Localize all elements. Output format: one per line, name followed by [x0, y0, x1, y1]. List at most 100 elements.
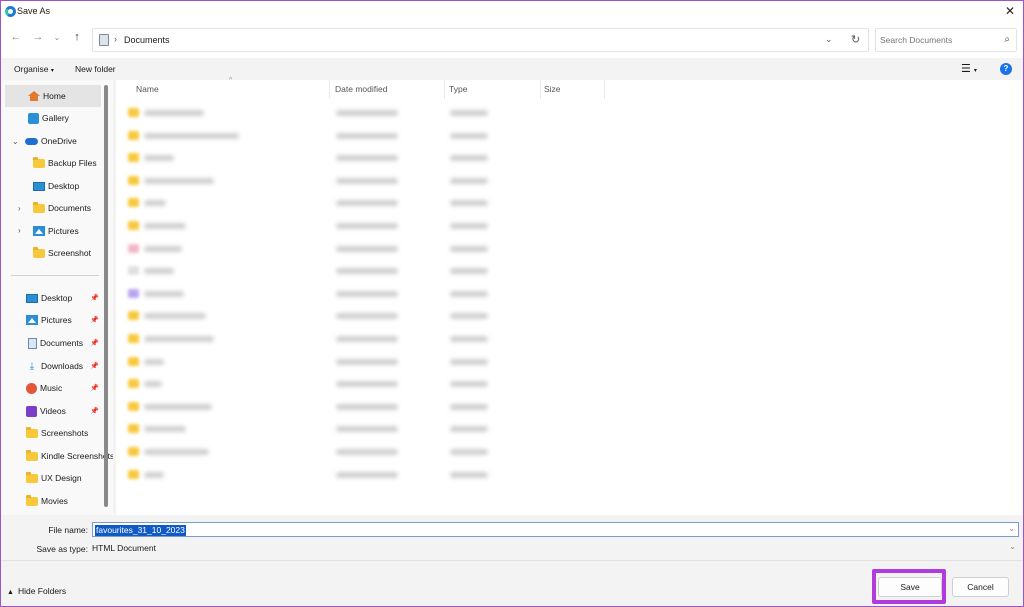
- sidebar-item-quick-documents[interactable]: Documents: [28, 332, 83, 354]
- blurred-file-row[interactable]: [128, 151, 508, 165]
- blurred-type: [450, 313, 488, 320]
- search-box[interactable]: ⌕: [875, 28, 1017, 52]
- blurred-file-row[interactable]: [128, 287, 508, 301]
- sidebar-item-quick-kindle-screenshots[interactable]: Kindle Screenshots: [26, 445, 113, 467]
- blurred-file-row[interactable]: [128, 264, 508, 278]
- view-options-icon[interactable]: ☰ ▾: [961, 62, 977, 75]
- sidebar-item-label: Desktop: [48, 181, 80, 191]
- sidebar-item-quick-downloads[interactable]: ⤓ Downloads: [26, 355, 83, 377]
- blurred-date: [336, 200, 398, 207]
- blurred-file-row[interactable]: [128, 106, 508, 120]
- column-separator[interactable]: [329, 80, 330, 99]
- blurred-file-row[interactable]: [128, 468, 508, 482]
- sidebar-item-quick-desktop[interactable]: Desktop: [26, 287, 72, 309]
- address-bar[interactable]: › Documents ⌄ ↻: [92, 28, 869, 52]
- video-icon: [26, 405, 37, 417]
- column-header-type[interactable]: Type: [449, 84, 467, 94]
- close-icon[interactable]: ✕: [1005, 4, 1015, 18]
- blurred-type: [450, 200, 488, 207]
- save-as-type-select[interactable]: HTML Document ⌄: [92, 541, 1019, 556]
- sidebar-item-label: Documents: [48, 203, 91, 213]
- cancel-button[interactable]: Cancel: [952, 577, 1009, 597]
- blurred-file-row[interactable]: [128, 242, 508, 256]
- blurred-file-row[interactable]: [128, 219, 508, 233]
- blurred-file-row[interactable]: [128, 422, 508, 436]
- help-icon[interactable]: ?: [1000, 63, 1012, 75]
- column-header-size[interactable]: Size: [544, 84, 561, 94]
- sidebar-item-quick-ux-design[interactable]: UX Design: [26, 467, 82, 489]
- column-separator[interactable]: [444, 80, 445, 99]
- hide-folders-button[interactable]: ▲ Hide Folders: [7, 586, 66, 596]
- file-item-icon: [128, 130, 139, 140]
- file-item-icon: [128, 469, 139, 479]
- blurred-date: [336, 110, 398, 116]
- file-item-icon: [128, 334, 139, 343]
- sidebar-item-home[interactable]: Home: [5, 85, 101, 107]
- file-name-input[interactable]: favourites_31_10_2023 ⌄: [92, 522, 1019, 537]
- blurred-date: [336, 471, 398, 478]
- folder-icon: [26, 449, 38, 461]
- sidebar-item-pictures[interactable]: Pictures: [33, 220, 79, 242]
- blurred-date: [336, 426, 398, 433]
- back-arrow-icon[interactable]: ←: [8, 31, 24, 43]
- sidebar-item-quick-videos[interactable]: Videos: [26, 400, 66, 422]
- blurred-file-row[interactable]: [128, 400, 508, 414]
- file-item-icon: [128, 266, 139, 276]
- blurred-file-row[interactable]: [128, 196, 508, 210]
- blurred-file-row[interactable]: [128, 332, 508, 346]
- recent-locations-chevron-icon[interactable]: ⌄: [49, 33, 65, 42]
- search-icon[interactable]: ⌕: [1004, 34, 1010, 45]
- up-arrow-icon[interactable]: ↑: [69, 31, 85, 43]
- sidebar-item-label: Screenshot: [48, 248, 91, 258]
- sidebar-item-documents[interactable]: Documents: [33, 197, 91, 219]
- organise-button[interactable]: Organise ▾: [14, 64, 54, 74]
- sidebar-item-gallery[interactable]: Gallery: [28, 107, 69, 129]
- blurred-date: [336, 245, 398, 252]
- sidebar-item-quick-screenshots[interactable]: Screenshots: [26, 422, 88, 444]
- sort-indicator-icon: ^: [229, 77, 233, 84]
- sidebar-item-quick-movies[interactable]: Movies: [26, 490, 68, 512]
- column-header-name[interactable]: Name: [136, 84, 159, 94]
- expand-chevron-icon[interactable]: ›: [18, 226, 21, 235]
- sidebar-item-onedrive[interactable]: OneDrive: [25, 130, 77, 152]
- expand-chevron-icon[interactable]: ›: [18, 204, 21, 213]
- sidebar-item-backup-files[interactable]: Backup Files: [33, 152, 97, 174]
- new-folder-button[interactable]: New folder: [75, 64, 116, 74]
- blurred-file-row[interactable]: [128, 129, 508, 143]
- forward-arrow-icon[interactable]: →: [30, 31, 46, 43]
- address-dropdown-icon[interactable]: ⌄: [825, 34, 833, 45]
- sidebar-item-quick-music[interactable]: Music: [26, 377, 62, 399]
- blurred-name: [144, 358, 164, 365]
- save-as-type-dropdown-icon[interactable]: ⌄: [1009, 542, 1016, 551]
- refresh-icon[interactable]: ↻: [851, 33, 860, 46]
- blurred-date: [336, 358, 398, 365]
- column-header-date-modified[interactable]: Date modified: [335, 84, 387, 94]
- blurred-name: [144, 426, 186, 433]
- blurred-file-row[interactable]: [128, 174, 508, 188]
- blurred-date: [336, 177, 398, 184]
- blurred-type: [450, 381, 488, 388]
- pin-icon: 📌: [90, 317, 99, 324]
- blurred-date: [336, 132, 398, 139]
- sidebar-item-label: Screenshots: [41, 428, 89, 438]
- sidebar-item-desktop[interactable]: Desktop: [33, 175, 79, 197]
- blurred-date: [336, 403, 398, 410]
- breadcrumb-documents[interactable]: Documents: [124, 35, 170, 45]
- column-separator[interactable]: [604, 80, 605, 99]
- blurred-date: [336, 381, 398, 388]
- search-input[interactable]: [880, 35, 995, 45]
- column-separator[interactable]: [540, 80, 541, 99]
- blurred-file-row[interactable]: [128, 445, 508, 459]
- blurred-file-row[interactable]: [128, 355, 508, 369]
- folder-icon: [26, 426, 38, 438]
- sidebar-item-screenshot[interactable]: Screenshot: [33, 242, 91, 264]
- file-name-dropdown-icon[interactable]: ⌄: [1008, 524, 1015, 533]
- sidebar-item-quick-pictures[interactable]: Pictures: [26, 309, 72, 331]
- desktop-icon: [26, 293, 38, 303]
- blurred-file-row[interactable]: [128, 377, 508, 391]
- expand-chevron-icon[interactable]: ⌄: [12, 137, 19, 146]
- sidebar-scrollbar[interactable]: [104, 85, 108, 507]
- blurred-name: [144, 177, 214, 184]
- blurred-date: [336, 223, 398, 229]
- blurred-file-row[interactable]: [128, 309, 508, 323]
